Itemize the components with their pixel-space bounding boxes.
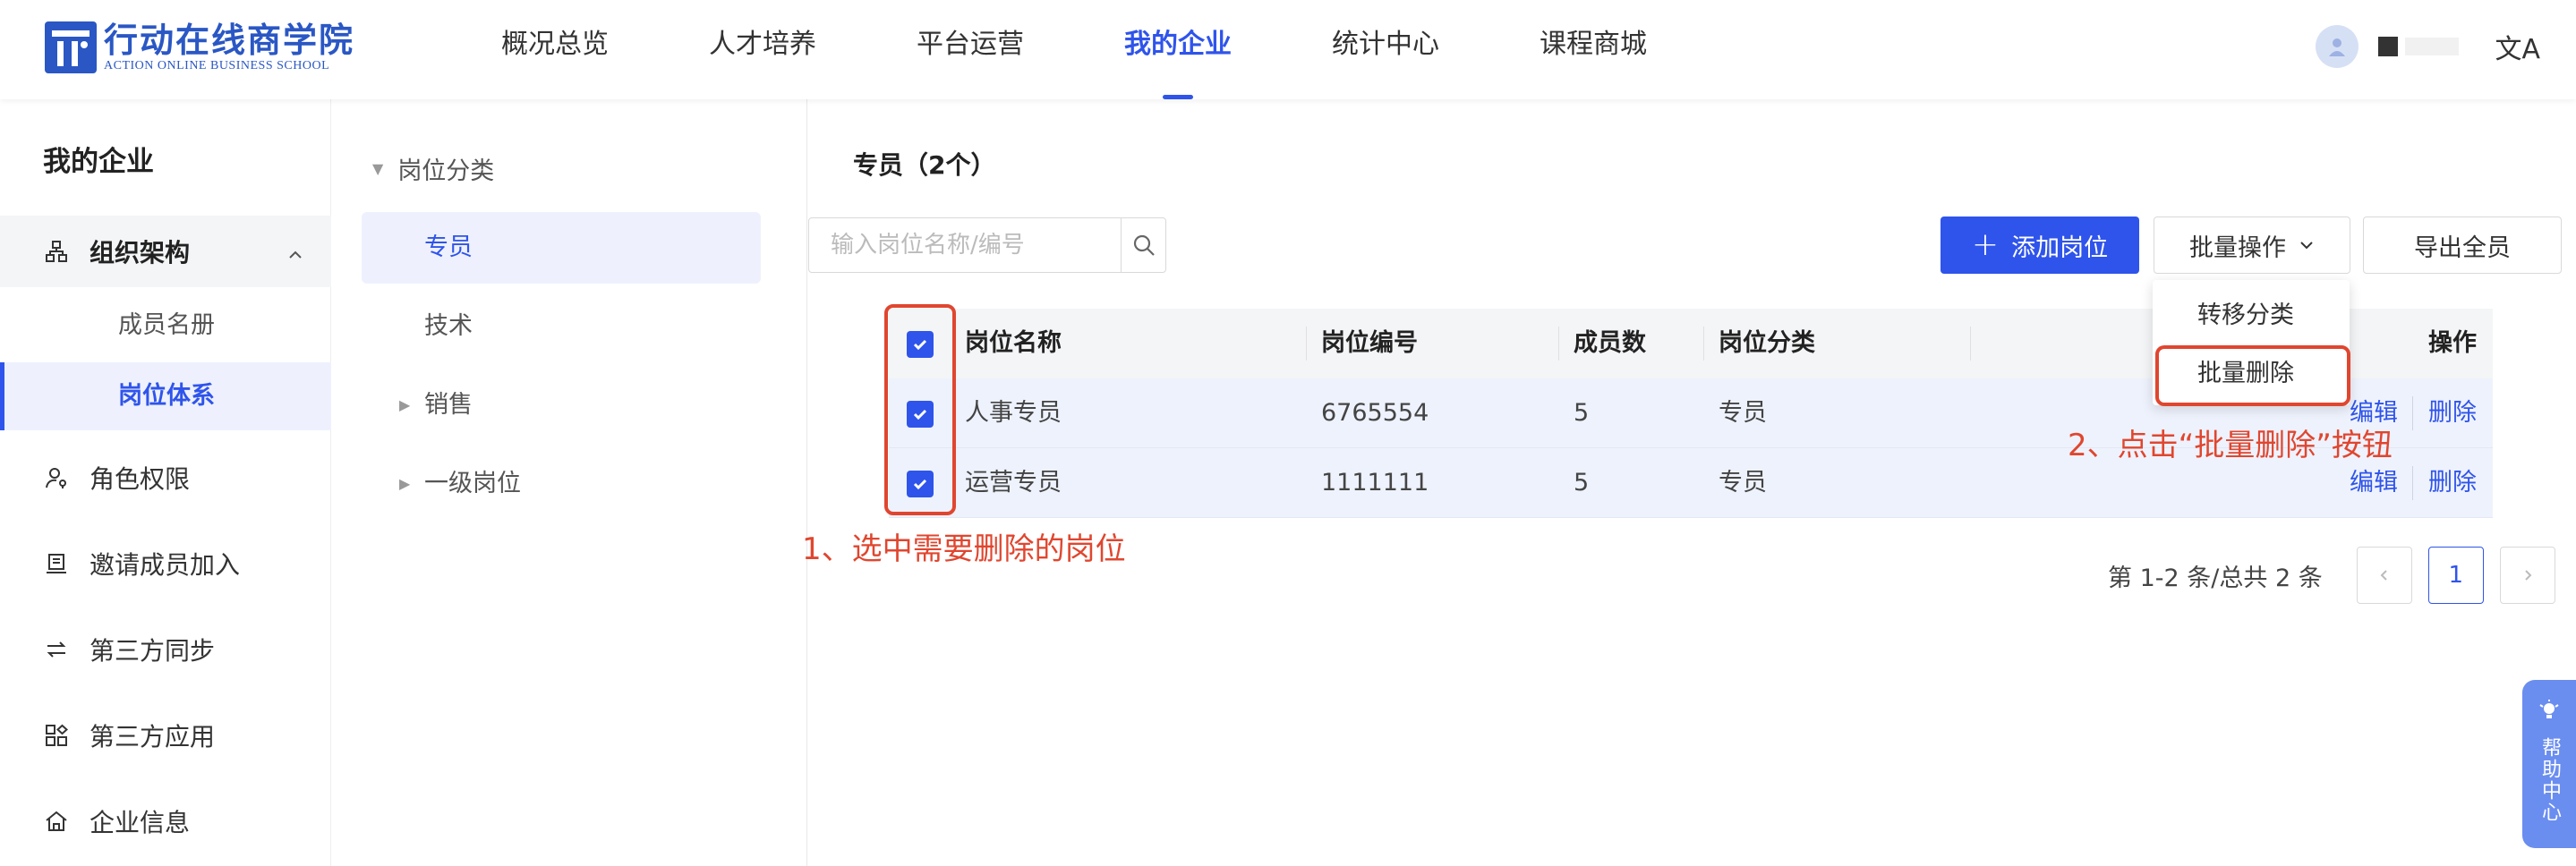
column-header-code: 岗位编号: [1321, 329, 1418, 357]
chevron-down-icon: [2299, 232, 2315, 259]
sidebar-item-member-roster[interactable]: 成员名册: [0, 292, 331, 360]
nav-statistics[interactable]: 统计中心: [1332, 0, 1439, 99]
column-header-name: 岗位名称: [965, 329, 1062, 357]
logo-subtitle: ACTION ONLINE BUSINESS SCHOOL: [104, 59, 330, 72]
sidebar-item-label: 角色权限: [90, 464, 191, 494]
cell-name: 人事专员: [965, 399, 1062, 427]
export-all-button[interactable]: 导出全员: [2363, 216, 2562, 274]
cell-code: 6765554: [1321, 399, 1429, 427]
nav-course-mall[interactable]: 课程商城: [1540, 0, 1647, 99]
chevron-up-icon: [286, 241, 304, 270]
cell-count: 5: [1574, 469, 1590, 497]
avatar[interactable]: [2316, 25, 2359, 68]
sidebar-item-third-party-apps[interactable]: 第三方应用: [0, 700, 331, 771]
language-icon[interactable]: 文A: [2495, 27, 2540, 66]
sync-icon: [43, 636, 70, 663]
menu-item-transfer-category[interactable]: 转移分类: [2153, 289, 2350, 343]
sidebar-item-invite[interactable]: 邀请成员加入: [0, 528, 331, 599]
tree-node-label: 一级岗位: [424, 470, 521, 497]
tree-node-specialist[interactable]: 专员: [362, 212, 761, 284]
next-page-button[interactable]: [2499, 547, 2555, 604]
main-nav: 概况总览 人才培养 平台运营 我的企业 统计中心 课程商城: [501, 0, 1747, 99]
apps-icon: [43, 722, 70, 749]
logo-title: 行动在线商学院: [104, 21, 355, 60]
sidebar-item-enterprise-info[interactable]: 企业信息: [0, 785, 331, 857]
sidebar-item-third-party-sync[interactable]: 第三方同步: [0, 614, 331, 685]
help-center-tab[interactable]: 帮助中心: [2522, 680, 2576, 848]
page-button-current[interactable]: 1: [2427, 547, 2484, 604]
tree-root[interactable]: ▼ 岗位分类: [372, 151, 494, 186]
tree-root-label: 岗位分类: [397, 157, 495, 185]
annotation-step1: 1、选中需要删除的岗位: [802, 531, 1126, 567]
cell-category: 专员: [1719, 399, 1767, 427]
user-name-redacted: [2405, 38, 2460, 55]
invite-icon: [43, 550, 70, 577]
help-center-label: 帮助中心: [2538, 737, 2561, 823]
plus-icon: +: [1971, 226, 2000, 263]
annotation-batch-delete-highlight: [2155, 345, 2350, 406]
sidebar-item-label: 第三方应用: [90, 722, 216, 751]
lightbulb-icon: [2539, 700, 2559, 728]
top-header: 行动在线商学院 ACTION ONLINE BUSINESS SCHOOL 概况…: [0, 0, 2576, 99]
cell-count: 5: [1574, 399, 1590, 427]
column-header-category: 岗位分类: [1719, 329, 1815, 357]
org-chart-icon: [43, 238, 70, 265]
search-box: [808, 217, 1166, 273]
category-tree: ▼ 岗位分类 专员 技术 ▶ 销售 ▶ 一级岗位: [333, 99, 807, 866]
sidebar-item-label: 企业信息: [90, 808, 191, 837]
cell-code: 1111111: [1321, 469, 1429, 497]
delete-link[interactable]: 删除: [2428, 378, 2477, 448]
pagination: 第 1-2 条/总共 2 条 1: [2108, 547, 2555, 604]
search-input[interactable]: [809, 218, 1121, 272]
nav-talent[interactable]: 人才培养: [709, 0, 816, 99]
column-header-actions: 操作: [2428, 329, 2477, 357]
sidebar-item-position-system[interactable]: 岗位体系: [0, 362, 331, 430]
sidebar-title: 我的企业: [43, 146, 154, 178]
delete-link[interactable]: 删除: [2428, 448, 2477, 518]
tree-node-label: 销售: [424, 391, 473, 419]
add-position-label: 添加岗位: [2011, 233, 2109, 262]
caret-right-icon: ▶: [399, 475, 411, 492]
nav-overview[interactable]: 概况总览: [501, 0, 609, 99]
sidebar-item-label: 邀请成员加入: [90, 550, 241, 580]
sidebar: 我的企业 组织架构 成员名册 岗位体系 角色权限 邀请成员加入 第三方同步 第三…: [0, 99, 331, 866]
caret-right-icon: ▶: [399, 396, 411, 413]
nav-my-enterprise[interactable]: 我的企业: [1124, 0, 1232, 99]
sidebar-group-org[interactable]: 组织架构: [0, 216, 331, 287]
annotation-step2: 2、点击“批量删除”按钮: [2068, 428, 2393, 463]
tree-node-level1[interactable]: ▶ 一级岗位: [362, 448, 761, 520]
user-name[interactable]: [2378, 37, 2399, 56]
nav-operation[interactable]: 平台运营: [917, 0, 1024, 99]
home-icon: [43, 808, 70, 835]
sidebar-item-roles[interactable]: 角色权限: [0, 442, 331, 514]
cell-name: 运营专员: [965, 469, 1062, 497]
tree-node-tech[interactable]: 技术: [362, 291, 761, 362]
cell-category: 专员: [1719, 469, 1767, 497]
logo-icon: [45, 21, 97, 73]
prev-page-button[interactable]: [2356, 547, 2412, 604]
column-header-count: 成员数: [1574, 329, 1646, 357]
sidebar-item-label: 第三方同步: [90, 636, 216, 666]
add-position-button[interactable]: + 添加岗位: [1941, 216, 2139, 274]
batch-operation-label: 批量操作: [2189, 233, 2286, 262]
caret-down-icon: ▼: [372, 160, 384, 177]
annotation-checkbox-highlight: [884, 304, 956, 515]
page-title: 专员（2个）: [853, 150, 996, 180]
user-key-icon: [43, 464, 70, 491]
search-icon[interactable]: [1121, 218, 1165, 272]
logo[interactable]: 行动在线商学院 ACTION ONLINE BUSINESS SCHOOL: [45, 18, 354, 77]
main-content: 专员（2个） + 添加岗位 批量操作 导出全员 岗位名称: [808, 99, 2576, 866]
pagination-summary: 第 1-2 条/总共 2 条: [2108, 564, 2323, 592]
tree-node-sales[interactable]: ▶ 销售: [362, 369, 761, 441]
sidebar-group-label: 组织架构: [90, 238, 191, 267]
batch-operation-button[interactable]: 批量操作: [2154, 216, 2350, 274]
